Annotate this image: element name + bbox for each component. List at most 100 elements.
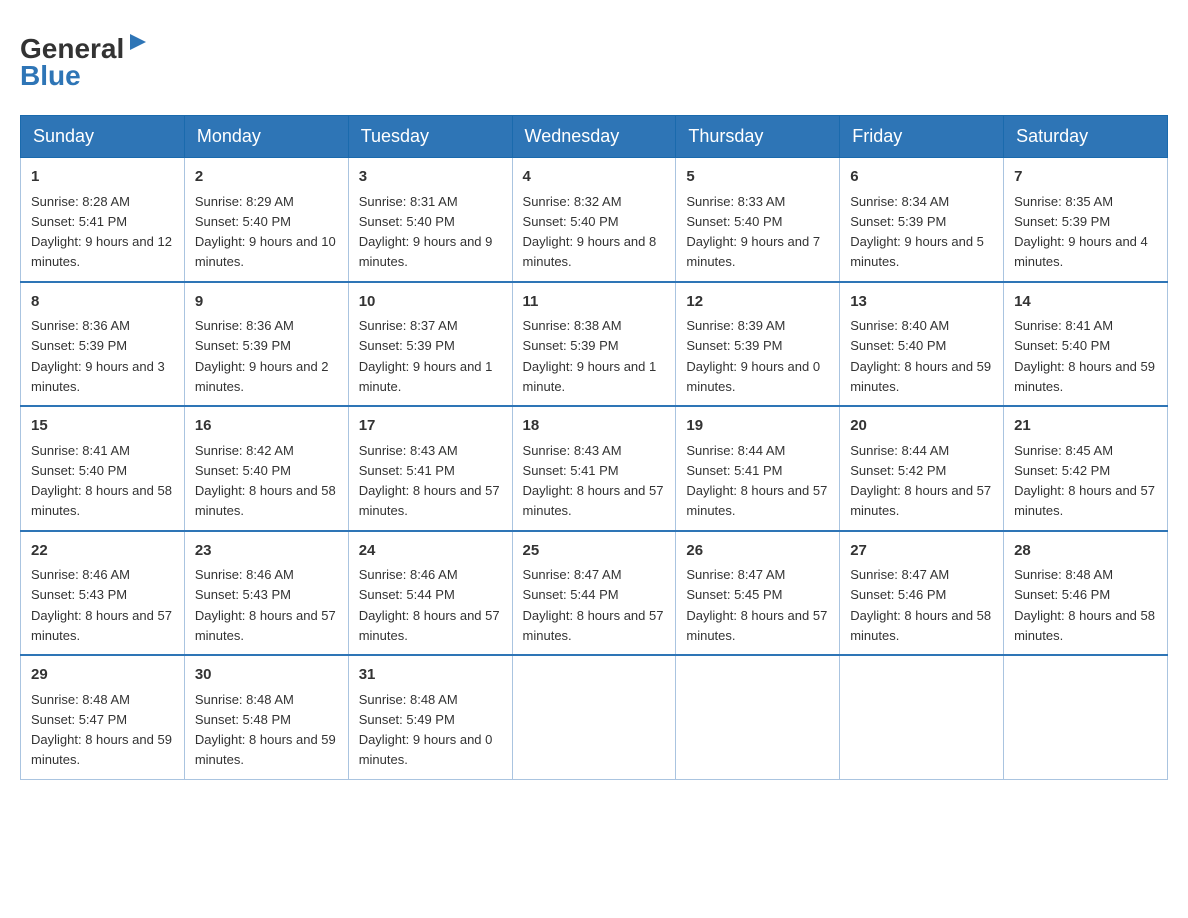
day-info: Sunrise: 8:41 AMSunset: 5:40 PMDaylight:… [31,443,172,519]
col-header-monday: Monday [184,116,348,158]
col-header-friday: Friday [840,116,1004,158]
calendar-cell: 22 Sunrise: 8:46 AMSunset: 5:43 PMDaylig… [21,531,185,656]
col-header-thursday: Thursday [676,116,840,158]
day-number: 27 [850,540,993,563]
day-info: Sunrise: 8:29 AMSunset: 5:40 PMDaylight:… [195,194,336,270]
day-number: 22 [31,540,174,563]
calendar-table: SundayMondayTuesdayWednesdayThursdayFrid… [20,115,1168,780]
logo: General Blue [20,20,150,95]
calendar-cell: 23 Sunrise: 8:46 AMSunset: 5:43 PMDaylig… [184,531,348,656]
calendar-cell: 28 Sunrise: 8:48 AMSunset: 5:46 PMDaylig… [1004,531,1168,656]
calendar-week-4: 22 Sunrise: 8:46 AMSunset: 5:43 PMDaylig… [21,531,1168,656]
day-number: 4 [523,166,666,189]
col-header-sunday: Sunday [21,116,185,158]
day-info: Sunrise: 8:33 AMSunset: 5:40 PMDaylight:… [686,194,820,270]
calendar-cell: 26 Sunrise: 8:47 AMSunset: 5:45 PMDaylig… [676,531,840,656]
day-number: 25 [523,540,666,563]
day-info: Sunrise: 8:48 AMSunset: 5:49 PMDaylight:… [359,692,493,768]
day-number: 16 [195,415,338,438]
day-info: Sunrise: 8:45 AMSunset: 5:42 PMDaylight:… [1014,443,1155,519]
calendar-cell: 1 Sunrise: 8:28 AMSunset: 5:41 PMDayligh… [21,158,185,282]
calendar-cell: 18 Sunrise: 8:43 AMSunset: 5:41 PMDaylig… [512,406,676,531]
day-number: 26 [686,540,829,563]
day-info: Sunrise: 8:42 AMSunset: 5:40 PMDaylight:… [195,443,336,519]
calendar-cell [840,655,1004,779]
calendar-cell: 15 Sunrise: 8:41 AMSunset: 5:40 PMDaylig… [21,406,185,531]
col-header-saturday: Saturday [1004,116,1168,158]
day-number: 6 [850,166,993,189]
calendar-cell: 20 Sunrise: 8:44 AMSunset: 5:42 PMDaylig… [840,406,1004,531]
day-number: 9 [195,291,338,314]
calendar-cell: 8 Sunrise: 8:36 AMSunset: 5:39 PMDayligh… [21,282,185,407]
day-info: Sunrise: 8:38 AMSunset: 5:39 PMDaylight:… [523,318,657,394]
calendar-cell [512,655,676,779]
calendar-cell: 12 Sunrise: 8:39 AMSunset: 5:39 PMDaylig… [676,282,840,407]
day-info: Sunrise: 8:47 AMSunset: 5:45 PMDaylight:… [686,567,827,643]
day-info: Sunrise: 8:34 AMSunset: 5:39 PMDaylight:… [850,194,984,270]
calendar-cell: 10 Sunrise: 8:37 AMSunset: 5:39 PMDaylig… [348,282,512,407]
calendar-cell: 13 Sunrise: 8:40 AMSunset: 5:40 PMDaylig… [840,282,1004,407]
day-number: 30 [195,664,338,687]
day-number: 29 [31,664,174,687]
calendar-cell: 3 Sunrise: 8:31 AMSunset: 5:40 PMDayligh… [348,158,512,282]
calendar-cell: 25 Sunrise: 8:47 AMSunset: 5:44 PMDaylig… [512,531,676,656]
day-info: Sunrise: 8:36 AMSunset: 5:39 PMDaylight:… [195,318,329,394]
calendar-cell: 29 Sunrise: 8:48 AMSunset: 5:47 PMDaylig… [21,655,185,779]
day-info: Sunrise: 8:46 AMSunset: 5:43 PMDaylight:… [31,567,172,643]
day-number: 8 [31,291,174,314]
day-number: 7 [1014,166,1157,189]
day-number: 13 [850,291,993,314]
calendar-cell: 30 Sunrise: 8:48 AMSunset: 5:48 PMDaylig… [184,655,348,779]
day-info: Sunrise: 8:32 AMSunset: 5:40 PMDaylight:… [523,194,657,270]
day-info: Sunrise: 8:47 AMSunset: 5:44 PMDaylight:… [523,567,664,643]
day-info: Sunrise: 8:35 AMSunset: 5:39 PMDaylight:… [1014,194,1148,270]
calendar-cell: 2 Sunrise: 8:29 AMSunset: 5:40 PMDayligh… [184,158,348,282]
day-info: Sunrise: 8:36 AMSunset: 5:39 PMDaylight:… [31,318,165,394]
calendar-cell: 24 Sunrise: 8:46 AMSunset: 5:44 PMDaylig… [348,531,512,656]
calendar-week-5: 29 Sunrise: 8:48 AMSunset: 5:47 PMDaylig… [21,655,1168,779]
svg-text:Blue: Blue [20,60,81,91]
day-info: Sunrise: 8:48 AMSunset: 5:46 PMDaylight:… [1014,567,1155,643]
calendar-cell: 5 Sunrise: 8:33 AMSunset: 5:40 PMDayligh… [676,158,840,282]
calendar-week-2: 8 Sunrise: 8:36 AMSunset: 5:39 PMDayligh… [21,282,1168,407]
page-header: General Blue [20,20,1168,95]
day-number: 15 [31,415,174,438]
calendar-header-row: SundayMondayTuesdayWednesdayThursdayFrid… [21,116,1168,158]
calendar-week-1: 1 Sunrise: 8:28 AMSunset: 5:41 PMDayligh… [21,158,1168,282]
day-number: 20 [850,415,993,438]
logo-svg: General Blue [20,20,150,95]
calendar-week-3: 15 Sunrise: 8:41 AMSunset: 5:40 PMDaylig… [21,406,1168,531]
day-info: Sunrise: 8:46 AMSunset: 5:43 PMDaylight:… [195,567,336,643]
day-number: 14 [1014,291,1157,314]
calendar-cell: 6 Sunrise: 8:34 AMSunset: 5:39 PMDayligh… [840,158,1004,282]
day-info: Sunrise: 8:44 AMSunset: 5:41 PMDaylight:… [686,443,827,519]
calendar-cell [1004,655,1168,779]
calendar-cell: 7 Sunrise: 8:35 AMSunset: 5:39 PMDayligh… [1004,158,1168,282]
day-info: Sunrise: 8:37 AMSunset: 5:39 PMDaylight:… [359,318,493,394]
day-number: 2 [195,166,338,189]
calendar-cell: 4 Sunrise: 8:32 AMSunset: 5:40 PMDayligh… [512,158,676,282]
calendar-cell: 17 Sunrise: 8:43 AMSunset: 5:41 PMDaylig… [348,406,512,531]
day-info: Sunrise: 8:40 AMSunset: 5:40 PMDaylight:… [850,318,991,394]
day-number: 11 [523,291,666,314]
day-number: 19 [686,415,829,438]
day-info: Sunrise: 8:48 AMSunset: 5:48 PMDaylight:… [195,692,336,768]
calendar-cell: 31 Sunrise: 8:48 AMSunset: 5:49 PMDaylig… [348,655,512,779]
day-info: Sunrise: 8:31 AMSunset: 5:40 PMDaylight:… [359,194,493,270]
day-info: Sunrise: 8:43 AMSunset: 5:41 PMDaylight:… [523,443,664,519]
calendar-cell: 9 Sunrise: 8:36 AMSunset: 5:39 PMDayligh… [184,282,348,407]
day-number: 1 [31,166,174,189]
day-number: 5 [686,166,829,189]
day-number: 21 [1014,415,1157,438]
calendar-cell: 19 Sunrise: 8:44 AMSunset: 5:41 PMDaylig… [676,406,840,531]
calendar-cell: 11 Sunrise: 8:38 AMSunset: 5:39 PMDaylig… [512,282,676,407]
calendar-cell: 14 Sunrise: 8:41 AMSunset: 5:40 PMDaylig… [1004,282,1168,407]
calendar-cell [676,655,840,779]
calendar-cell: 21 Sunrise: 8:45 AMSunset: 5:42 PMDaylig… [1004,406,1168,531]
day-info: Sunrise: 8:41 AMSunset: 5:40 PMDaylight:… [1014,318,1155,394]
day-info: Sunrise: 8:39 AMSunset: 5:39 PMDaylight:… [686,318,820,394]
day-info: Sunrise: 8:43 AMSunset: 5:41 PMDaylight:… [359,443,500,519]
day-info: Sunrise: 8:48 AMSunset: 5:47 PMDaylight:… [31,692,172,768]
calendar-cell: 27 Sunrise: 8:47 AMSunset: 5:46 PMDaylig… [840,531,1004,656]
day-number: 24 [359,540,502,563]
